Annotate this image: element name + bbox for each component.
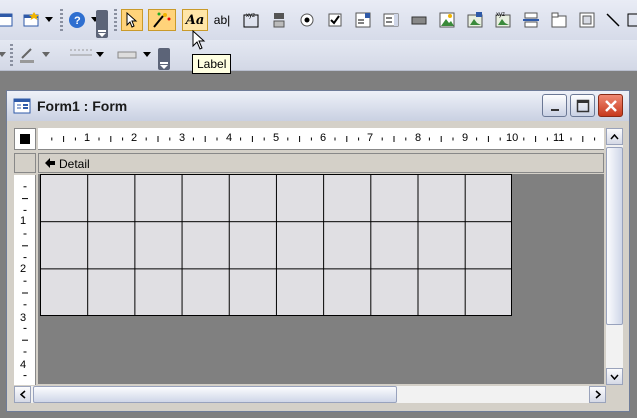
chevron-down-icon[interactable] <box>0 44 8 66</box>
maximize-button[interactable] <box>570 94 595 117</box>
close-button[interactable] <box>598 94 623 117</box>
ruler-number: 3 <box>179 132 186 144</box>
chevron-up-icon <box>610 133 619 139</box>
form-view-icon[interactable] <box>0 9 16 31</box>
image-icon[interactable] <box>436 9 458 31</box>
ruler-number: 7 <box>367 132 374 144</box>
label-tool-icon[interactable]: Aa <box>182 9 208 31</box>
ruler-number: 6 <box>320 132 327 144</box>
maximize-icon <box>576 99 589 112</box>
section-selector[interactable] <box>14 153 36 173</box>
ruler-number: 11 <box>553 132 565 144</box>
ruler-number: 1 <box>84 132 91 144</box>
ruler-number: 3 <box>20 312 27 324</box>
detail-section-grid[interactable] <box>40 174 512 316</box>
option-group-icon[interactable]: xyz <box>240 9 262 31</box>
new-object-icon[interactable] <box>20 9 42 31</box>
size-grip <box>606 386 623 403</box>
mouse-cursor-icon <box>192 30 206 50</box>
chevron-left-icon <box>19 390 25 399</box>
vertical-ruler[interactable]: 1 2 3 4 <box>14 175 36 385</box>
horizontal-scrollbar[interactable] <box>14 386 606 403</box>
command-button-icon[interactable] <box>408 9 430 31</box>
scroll-left-button[interactable] <box>14 386 31 403</box>
scroll-right-button[interactable] <box>589 386 606 403</box>
rectangle-tool-icon[interactable] <box>626 9 637 31</box>
combo-box-icon[interactable] <box>352 9 374 31</box>
form-icon <box>13 98 31 114</box>
formatting-toolbar <box>0 40 637 71</box>
tab-control-icon[interactable] <box>548 9 570 31</box>
ruler-number: 8 <box>415 132 422 144</box>
svg-text:xyz: xyz <box>246 13 255 19</box>
tooltip: Label <box>192 54 232 74</box>
toolbar-options-icon[interactable] <box>96 10 108 38</box>
line-color-icon[interactable] <box>16 44 38 66</box>
minimize-button[interactable] <box>542 94 567 117</box>
help-icon[interactable]: ? <box>66 9 88 31</box>
select-objects-tool-icon[interactable] <box>121 9 143 31</box>
line-width-icon[interactable] <box>66 44 96 66</box>
checkbox-icon[interactable] <box>324 9 346 31</box>
ruler-number: 10 <box>506 132 519 144</box>
line-tool-icon[interactable] <box>602 9 624 31</box>
control-wizards-icon[interactable] <box>148 9 176 31</box>
ruler-number: 4 <box>20 359 27 371</box>
page-break-icon[interactable] <box>520 9 542 31</box>
chevron-down-icon[interactable] <box>94 44 106 66</box>
vertical-scroll-thumb[interactable] <box>606 147 623 325</box>
minimize-icon <box>550 108 559 111</box>
textbox-tool-icon[interactable]: ab| <box>211 9 233 31</box>
chevron-right-icon <box>595 390 601 399</box>
ruler-number: 2 <box>131 132 138 144</box>
special-effect-icon[interactable] <box>114 44 140 66</box>
toolbar-options-icon[interactable] <box>158 48 170 70</box>
form-selector[interactable] <box>14 128 36 150</box>
toolbox-toolbar: ? Aa ab| xyz xyz <box>0 0 637 40</box>
unbound-object-frame-icon[interactable] <box>464 9 486 31</box>
ruler-number: 2 <box>20 263 27 275</box>
ruler-number: 1 <box>20 215 27 227</box>
scroll-down-button[interactable] <box>606 368 623 385</box>
scroll-up-button[interactable] <box>606 128 623 145</box>
chevron-down-icon <box>610 374 619 380</box>
vertical-scrollbar[interactable] <box>606 128 623 385</box>
chevron-down-icon[interactable] <box>140 44 154 66</box>
option-button-icon[interactable] <box>296 9 318 31</box>
detail-section-bar[interactable]: Detail <box>38 153 604 173</box>
subform-icon[interactable] <box>576 9 598 31</box>
toggle-button-icon[interactable] <box>268 9 290 31</box>
section-arrow-icon <box>45 158 55 168</box>
svg-text:?: ? <box>74 15 81 27</box>
ruler-number: 9 <box>462 132 469 144</box>
list-box-icon[interactable] <box>380 9 402 31</box>
window-title-bar[interactable]: Form1 : Form <box>7 91 629 121</box>
ruler-number: 4 <box>226 132 233 144</box>
section-label: Detail <box>59 157 90 171</box>
horizontal-ruler[interactable]: 1 2 3 4 5 6 7 8 9 10 11 <box>38 128 604 150</box>
chevron-down-icon[interactable] <box>40 44 52 66</box>
window-title: Form1 : Form <box>37 98 128 114</box>
horizontal-scroll-thumb[interactable] <box>33 386 397 403</box>
ruler-number: 5 <box>273 132 280 144</box>
close-icon <box>604 99 617 112</box>
svg-text:xyz: xyz <box>496 12 505 18</box>
chevron-down-icon[interactable] <box>42 9 56 31</box>
bound-object-frame-icon[interactable]: xyz <box>492 9 514 31</box>
